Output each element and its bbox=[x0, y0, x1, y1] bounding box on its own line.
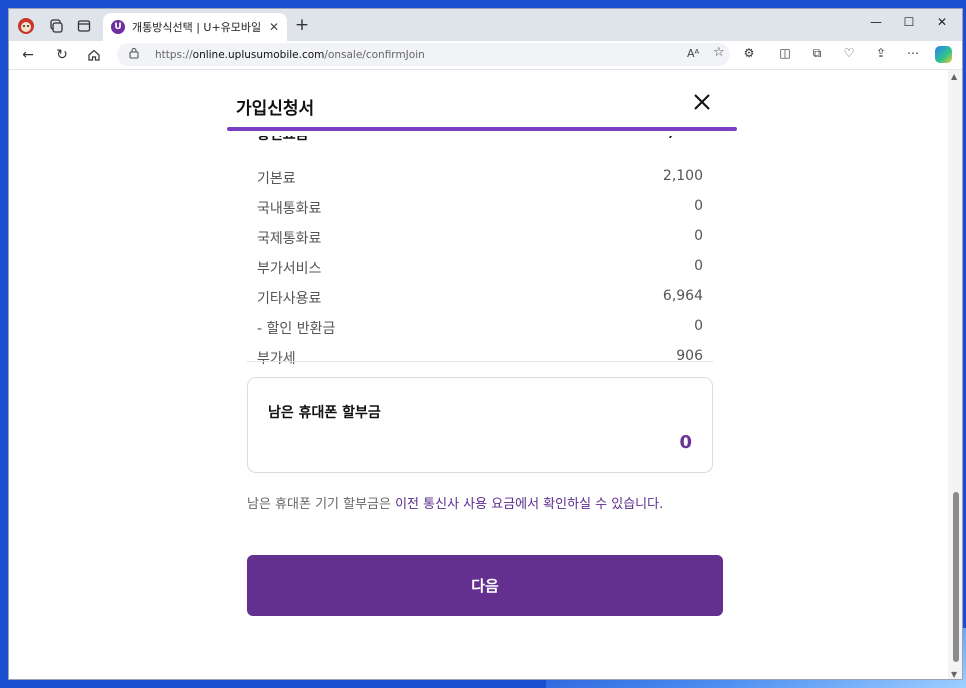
installment-card: 남은 휴대폰 할부금 0 bbox=[247, 377, 713, 473]
fee-label: 기타사용료 bbox=[257, 291, 322, 307]
home-icon[interactable] bbox=[83, 45, 105, 65]
tab-actions-icon[interactable] bbox=[73, 15, 95, 37]
notice-text: 남은 휴대폰 기기 할부금은 bbox=[247, 497, 396, 512]
fee-label: 국제통화료 bbox=[257, 231, 322, 247]
fee-row-total: 통신요금 9,970 bbox=[247, 124, 705, 162]
fee-row: 부가세 906 bbox=[247, 342, 705, 372]
fee-row: - 할인 반환금 0 bbox=[247, 312, 705, 342]
installment-notice: 남은 휴대폰 기기 할부금은 이전 통신사 사용 요금에서 확인하실 수 있습니… bbox=[247, 493, 663, 512]
installment-title: 남은 휴대폰 할부금 bbox=[268, 405, 381, 421]
fee-label: 부가세 bbox=[257, 351, 296, 367]
fee-value: 0 bbox=[694, 318, 703, 334]
fee-value: 0 bbox=[694, 228, 703, 244]
scroll-up-icon[interactable]: ▲ bbox=[951, 72, 957, 81]
read-aloud-icon[interactable]: Aᴬ bbox=[687, 47, 699, 60]
scrollbar[interactable]: ▲ ▼ bbox=[948, 70, 962, 679]
divider bbox=[247, 361, 713, 362]
close-icon[interactable] bbox=[692, 92, 712, 112]
fee-breakdown-list: 통신요금 9,970 기본료 2,100 국내통화료 0 국제통화료 0 부가서… bbox=[247, 124, 705, 372]
extensions-icon[interactable]: ⚙ bbox=[739, 46, 759, 60]
tab-strip: U 개통방식선택 | U+유모바일 ✕ + — ☐ ✕ bbox=[9, 9, 962, 41]
share-icon[interactable]: ⇪ bbox=[871, 46, 891, 60]
fee-label: - 할인 반환금 bbox=[257, 321, 336, 337]
url-path: /onsale/confirmJoin bbox=[324, 48, 425, 61]
installment-value: 0 bbox=[679, 432, 692, 453]
close-window-icon[interactable]: ✕ bbox=[927, 15, 957, 29]
fee-value: 0 bbox=[694, 258, 703, 274]
lock-icon[interactable] bbox=[129, 47, 143, 62]
workspaces-icon[interactable] bbox=[45, 15, 67, 37]
fee-label: 국내통화료 bbox=[257, 201, 322, 217]
browser-window: U 개통방식선택 | U+유모바일 ✕ + — ☐ ✕ ← ↻ https://… bbox=[8, 8, 963, 680]
fee-row: 국내통화료 0 bbox=[247, 192, 705, 222]
fee-row: 국제통화료 0 bbox=[247, 222, 705, 252]
new-tab-button[interactable]: + bbox=[291, 15, 313, 35]
fee-label: 기본료 bbox=[257, 171, 296, 187]
fee-row: 기본료 2,100 bbox=[247, 162, 705, 192]
tab-close-icon[interactable]: ✕ bbox=[269, 20, 279, 34]
browser-essentials-icon[interactable]: ♡ bbox=[839, 46, 859, 60]
collections-icon[interactable]: ⧉ bbox=[807, 46, 827, 61]
scroll-down-icon[interactable]: ▼ bbox=[951, 670, 957, 679]
fee-value: 6,964 bbox=[662, 288, 703, 304]
uplus-favicon-icon: U bbox=[111, 20, 125, 34]
notice-highlight: 이전 통신사 사용 요금에서 확인하실 수 있습니다. bbox=[395, 497, 664, 512]
address-bar[interactable]: https://online.uplusumobile.com/onsale/c… bbox=[117, 43, 730, 66]
back-icon[interactable]: ← bbox=[17, 45, 39, 65]
fee-label: 부가서비스 bbox=[257, 261, 322, 277]
tab-title: 개통방식선택 | U+유모바일 bbox=[132, 21, 262, 34]
next-button[interactable]: 다음 bbox=[247, 555, 723, 616]
maximize-icon[interactable]: ☐ bbox=[894, 15, 924, 29]
url-scheme: https:// bbox=[155, 48, 193, 61]
url-host: online.uplusumobile.com bbox=[192, 48, 325, 61]
scrollbar-thumb[interactable] bbox=[953, 492, 959, 662]
favorite-star-icon[interactable]: ☆ bbox=[713, 45, 725, 60]
fee-value: 0 bbox=[694, 198, 703, 214]
split-screen-icon[interactable]: ◫ bbox=[775, 46, 795, 60]
more-menu-icon[interactable]: ⋯ bbox=[903, 46, 923, 60]
header-progress-bar bbox=[227, 127, 737, 131]
modal-title: 가입신청서 bbox=[236, 99, 315, 119]
minimize-icon[interactable]: — bbox=[861, 15, 891, 29]
fee-value: 2,100 bbox=[662, 168, 703, 184]
url-text: https://online.uplusumobile.com/onsale/c… bbox=[155, 49, 425, 61]
copilot-icon[interactable] bbox=[935, 46, 952, 63]
profile-avatar-icon[interactable] bbox=[15, 15, 37, 37]
fee-row: 기타사용료 6,964 bbox=[247, 282, 705, 312]
browser-toolbar: ← ↻ https://online.uplusumobile.com/onsa… bbox=[9, 41, 962, 70]
tab-active[interactable]: U 개통방식선택 | U+유모바일 ✕ bbox=[103, 13, 287, 41]
refresh-icon[interactable]: ↻ bbox=[51, 45, 73, 65]
page-content: 통신요금 9,970 기본료 2,100 국내통화료 0 국제통화료 0 부가서… bbox=[9, 70, 948, 679]
fee-row: 부가서비스 0 bbox=[247, 252, 705, 282]
